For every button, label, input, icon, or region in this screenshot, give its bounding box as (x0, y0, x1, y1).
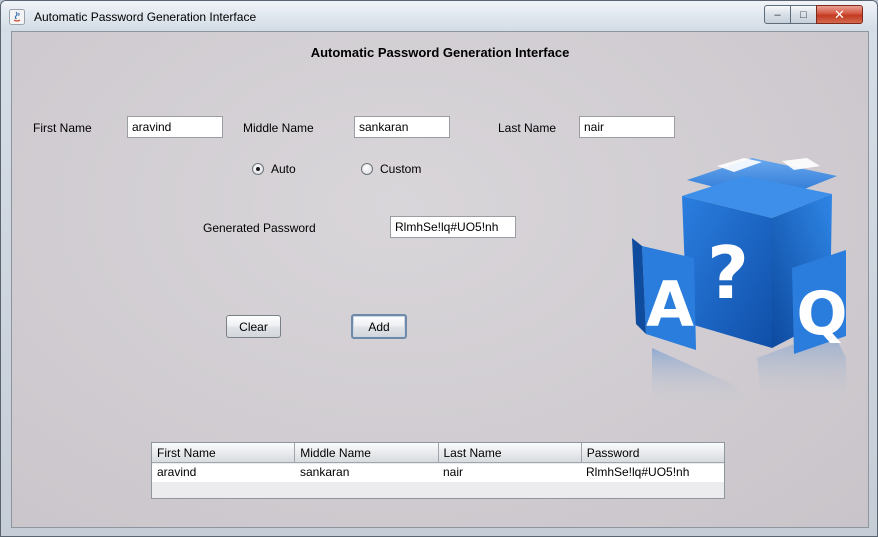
middle-name-field[interactable] (354, 116, 450, 138)
column-header-last-name[interactable]: Last Name (438, 443, 582, 463)
custom-radio[interactable]: Custom (361, 162, 421, 176)
last-name-label: Last Name (498, 121, 557, 135)
column-header-password[interactable]: Password (581, 443, 724, 463)
last-name-field[interactable] (579, 116, 675, 138)
first-name-label: First Name (33, 121, 92, 135)
minimize-button[interactable]: – (764, 5, 791, 24)
passwords-table[interactable]: First Name Middle Name Last Name Passwor… (151, 442, 725, 499)
cell-password: RlmhSe!lq#UO5!nh (586, 465, 690, 479)
maximize-icon: □ (800, 8, 807, 21)
table-row[interactable]: aravind sankaran nair RlmhSe!lq#UO5!nh (152, 464, 724, 482)
page-heading: Automatic Password Generation Interface (310, 45, 570, 60)
letter-q-glyph: Q (796, 279, 846, 349)
radio-unselected-icon (361, 163, 373, 175)
cell-first-name: aravind (157, 465, 197, 479)
auto-radio-label: Auto (271, 162, 296, 176)
java-app-icon (9, 9, 25, 25)
generated-password-field[interactable] (390, 216, 516, 238)
table-header: First Name Middle Name Last Name Passwor… (152, 443, 724, 463)
cell-middle-name: sankaran (300, 465, 350, 479)
first-name-field[interactable] (127, 116, 223, 138)
generated-password-label: Generated Password (203, 221, 316, 235)
close-button[interactable]: ✕ (816, 5, 863, 24)
custom-radio-label: Custom (380, 162, 422, 176)
radio-selected-icon (252, 163, 264, 175)
question-mark-cube-icon: ? A Q (632, 158, 846, 404)
column-header-first-name[interactable]: First Name (152, 443, 296, 463)
close-icon: ✕ (834, 6, 845, 22)
window-title: Automatic Password Generation Interface (34, 10, 257, 24)
letter-a-glyph: A (646, 268, 694, 341)
main-panel: Automatic Password Generation Interface … (11, 31, 869, 528)
auto-radio[interactable]: Auto (252, 162, 296, 176)
minimize-icon: – (774, 8, 781, 21)
middle-name-label: Middle Name (243, 121, 314, 135)
app-window: Automatic Password Generation Interface … (0, 0, 878, 537)
clear-button[interactable]: Clear (226, 315, 281, 338)
title-bar[interactable]: Automatic Password Generation Interface … (1, 1, 877, 31)
maximize-button[interactable]: □ (790, 5, 817, 24)
add-button[interactable]: Add (351, 314, 407, 339)
question-mark-glyph: ? (707, 231, 749, 315)
cell-last-name: nair (443, 465, 464, 479)
column-header-middle-name[interactable]: Middle Name (295, 443, 439, 463)
